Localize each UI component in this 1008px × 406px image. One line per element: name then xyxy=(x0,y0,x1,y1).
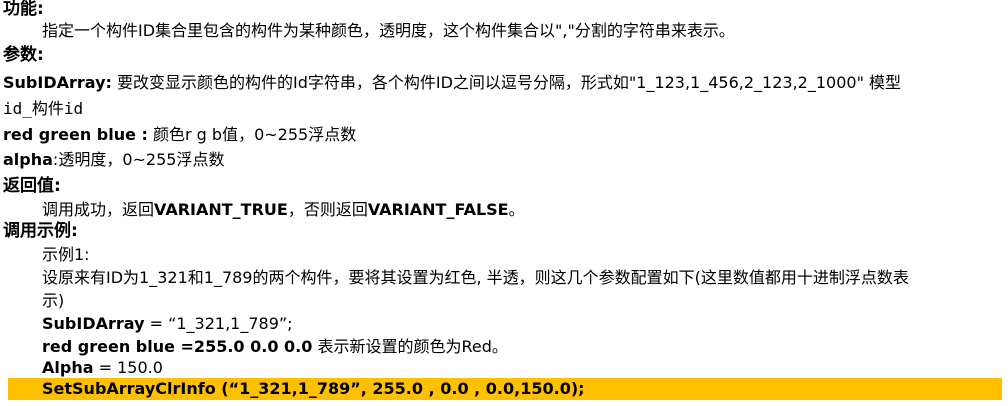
example-call-args: (“1_321,1_789”, 255.0 , 0.0 , 0.0,150.0)… xyxy=(215,379,585,398)
example-scenario-cont: 示) xyxy=(42,291,65,310)
example-rgb-note: 表示新设置的颜色为Red。 xyxy=(312,337,508,356)
example-rgb-value: =255.0 0.0 0.0 xyxy=(174,337,313,356)
function-heading: 功能: xyxy=(3,0,44,19)
param-subid-name: SubIDArray: xyxy=(3,73,112,92)
param-alpha-row: alpha:透明度，0~255浮点数 xyxy=(3,149,224,171)
params-heading: 参数: xyxy=(3,45,44,65)
param-subid-row: SubIDArray: 要改变显示颜色的构件的Id字符串，各个构件ID之间以逗号… xyxy=(3,72,901,94)
param-subid-desc: 要改变显示颜色的构件的Id字符串，各个构件ID之间以逗号分隔，形式如"1_123… xyxy=(111,73,902,92)
example-rgb-line: red green blue =255.0 0.0 0.0 表示新设置的颜色为R… xyxy=(42,336,508,358)
param-rgb-row: red green blue : 颜色r g b值，0~255浮点数 xyxy=(3,124,356,146)
example-call-line: SetSubArrayClrInfo (“1_321,1_789”, 255.0… xyxy=(42,378,585,400)
param-alpha-desc: :透明度，0~255浮点数 xyxy=(52,150,225,169)
return-heading: 返回值: xyxy=(3,176,61,196)
example-subid-label: SubIDArray xyxy=(42,314,145,333)
example-label: 示例1: xyxy=(42,245,90,264)
param-subid-desc-cont: id_构件id xyxy=(3,99,84,118)
example-alpha-line: Alpha = 150.0 xyxy=(42,357,163,379)
return-false-value: VARIANT_FALSE xyxy=(367,200,509,219)
api-doc: 功能: 指定一个构件ID集合里包含的构件为某种颜色，透明度，这个构件集合以","… xyxy=(0,0,1008,406)
return-prefix: 调用成功，返回 xyxy=(42,200,155,219)
example-rgb-label: red green blue xyxy=(42,337,175,356)
example-subid-line: SubIDArray = “1_321,1_789”; xyxy=(42,313,293,335)
example-alpha-label: Alpha xyxy=(42,358,94,377)
example-scenario: 设原来有ID为1_321和1_789的两个构件，要将其设置为红色, 半透，则这几… xyxy=(42,268,909,287)
param-alpha-name: alpha xyxy=(3,150,53,169)
example-subid-value: = “1_321,1_789”; xyxy=(144,314,293,333)
param-rgb-desc: 颜色r g b值，0~255浮点数 xyxy=(147,125,357,144)
return-true-value: VARIANT_TRUE xyxy=(154,200,288,219)
example-heading: 调用示例: xyxy=(3,221,78,241)
return-suffix: 。 xyxy=(508,200,525,219)
return-text: 调用成功，返回VARIANT_TRUE，否则返回VARIANT_FALSE。 xyxy=(42,199,525,221)
param-rgb-name: red green blue : xyxy=(3,125,148,144)
return-middle: ，否则返回 xyxy=(287,200,368,219)
example-alpha-value: = 150.0 xyxy=(93,358,163,377)
example-call-label: SetSubArrayClrInfo xyxy=(42,379,216,398)
function-description: 指定一个构件ID集合里包含的构件为某种颜色，透明度，这个构件集合以","分割的字… xyxy=(42,21,735,40)
